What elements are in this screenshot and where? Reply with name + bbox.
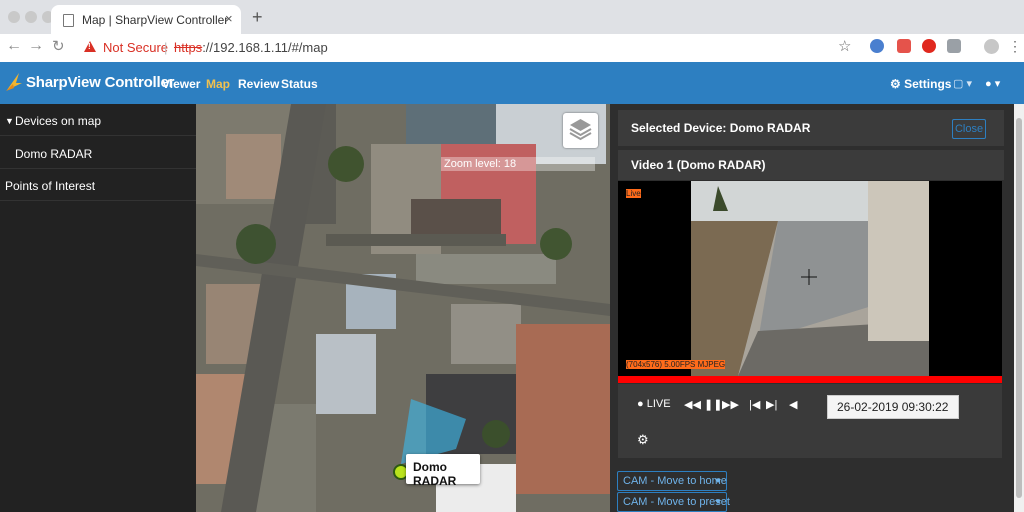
- forward-icon[interactable]: →: [28, 37, 44, 55]
- camera-image: [618, 181, 1002, 376]
- close-button[interactable]: Close: [952, 119, 986, 139]
- extension-icon-2[interactable]: [897, 39, 911, 53]
- live-overlay-badge: Live: [626, 189, 641, 198]
- live-label: LIVE: [646, 398, 671, 410]
- back-icon[interactable]: ←: [6, 37, 22, 55]
- zoom-level-indicator: Zoom level: 18: [441, 157, 595, 171]
- fast-forward-icon[interactable]: ▶▶: [722, 398, 739, 411]
- browser-tab[interactable]: Map | SharpView Controller ×: [51, 5, 241, 34]
- poi-label: Points of Interest: [5, 179, 96, 193]
- security-indicator[interactable]: Not Secure: [103, 40, 168, 55]
- video-settings-gear-icon[interactable]: ⚙: [637, 432, 649, 448]
- extension-icon-3[interactable]: [922, 39, 936, 53]
- address-bar[interactable]: https://192.168.1.11/#/map: [174, 40, 328, 55]
- step-back-icon[interactable]: ◀: [789, 398, 797, 411]
- nav-review[interactable]: Review: [238, 77, 279, 91]
- selected-device-title: Selected Device: Domo RADAR: [631, 121, 811, 135]
- url-separator: |: [164, 40, 168, 55]
- window-minimize-dot[interactable]: [25, 11, 37, 23]
- user-menu-icon[interactable]: ● ▾: [985, 77, 1000, 90]
- page-icon: [63, 14, 74, 27]
- datetime-input[interactable]: 26-02-2019 09:30:22: [827, 395, 959, 419]
- layers-icon: [569, 119, 592, 141]
- stream-info-overlay: (704x576) 5.00FPS MJPEG: [626, 360, 726, 369]
- pause-icon[interactable]: ❚❚: [704, 398, 722, 411]
- video-title: Video 1 (Domo RADAR): [631, 158, 766, 172]
- profile-avatar[interactable]: [984, 39, 999, 54]
- language-menu-icon[interactable]: ▢ ▾: [953, 77, 972, 90]
- cam-preset-label: CAM - Move to preset: [623, 496, 730, 508]
- browser-menu-icon[interactable]: ⋮: [1008, 38, 1022, 55]
- scrollbar-thumb[interactable]: [1016, 118, 1022, 498]
- sidebar-item-points-of-interest[interactable]: Points of Interest: [0, 169, 196, 201]
- extension-icon-4[interactable]: [947, 39, 961, 53]
- marker-label-text: Domo RADAR: [413, 460, 457, 488]
- rewind-icon[interactable]: ◀◀: [684, 398, 701, 411]
- gear-icon: ⚙: [890, 77, 901, 91]
- video-feed[interactable]: Live (704x576) 5.00FPS MJPEG: [618, 181, 1002, 376]
- bookmark-star-icon[interactable]: ☆: [838, 37, 851, 55]
- reload-icon[interactable]: ↻: [52, 37, 65, 55]
- device-marker-label[interactable]: Domo RADAR: [406, 454, 480, 488]
- warning-icon: [84, 41, 96, 52]
- layers-button[interactable]: [563, 113, 598, 148]
- sidebar-section-devices[interactable]: ▼ Devices on map: [0, 104, 196, 136]
- settings-menu[interactable]: ⚙ Settings: [890, 77, 951, 91]
- cam-home-label: CAM - Move to home: [623, 475, 727, 487]
- tab-close-icon[interactable]: ×: [225, 11, 233, 26]
- extension-icon-1[interactable]: [870, 39, 884, 53]
- live-toggle[interactable]: ● LIVE: [637, 398, 671, 410]
- url-path: ://192.168.1.11/#/map: [202, 40, 328, 55]
- caret-down-icon: [715, 500, 721, 504]
- caret-down-icon: [715, 479, 721, 483]
- device-label: Domo RADAR: [15, 147, 93, 161]
- settings-label: Settings: [904, 77, 952, 91]
- brand-logo-icon: [6, 73, 22, 91]
- tab-title: Map | SharpView Controller: [82, 13, 229, 27]
- datetime-value: 26-02-2019 09:30:22: [837, 400, 949, 414]
- skip-start-icon[interactable]: |◀: [749, 398, 760, 411]
- skip-end-icon[interactable]: ▶|: [766, 398, 777, 411]
- nav-status[interactable]: Status: [281, 77, 318, 91]
- caret-down-icon: ▼: [5, 116, 14, 126]
- url-protocol: https: [174, 40, 203, 55]
- sidebar-item-domo-radar[interactable]: Domo RADAR: [0, 137, 196, 169]
- cam-move-preset-button[interactable]: CAM - Move to preset: [617, 492, 730, 512]
- zoom-label: Zoom level: 18: [444, 158, 517, 170]
- new-tab-button[interactable]: +: [252, 7, 263, 28]
- section-label: Devices on map: [15, 114, 102, 128]
- timeline-bar[interactable]: [618, 376, 1002, 383]
- cam-move-home-button[interactable]: CAM - Move to home: [617, 471, 727, 491]
- nav-viewer[interactable]: Viewer: [162, 77, 200, 91]
- window-close-dot[interactable]: [8, 11, 20, 23]
- nav-map[interactable]: Map: [206, 77, 230, 91]
- brand-name[interactable]: SharpView Controller: [26, 74, 174, 91]
